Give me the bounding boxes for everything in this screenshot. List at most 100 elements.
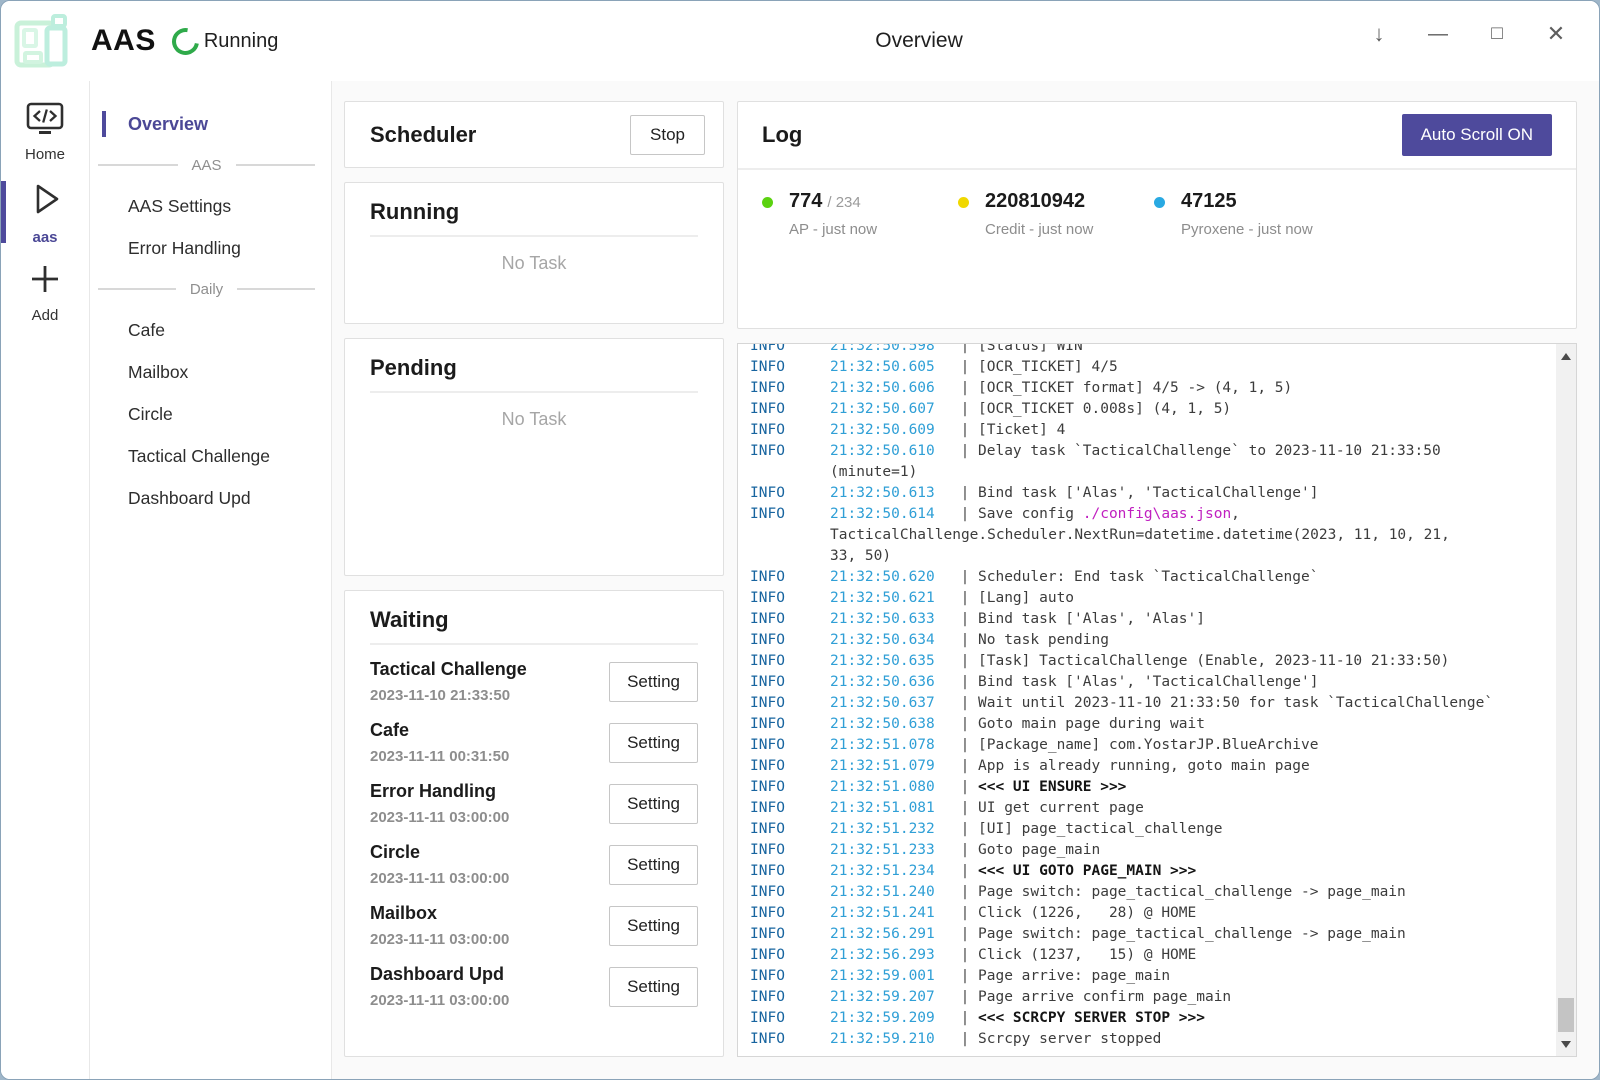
task-setting-button[interactable]: Setting: [609, 845, 698, 885]
sidebar-divider-daily: Daily: [98, 269, 315, 309]
task-next-run: 2023-11-10 21:33:50: [370, 687, 527, 704]
sidebar-menu: OverviewAASAAS SettingsError HandlingDai…: [90, 81, 332, 1079]
scheduler-title: Scheduler: [370, 122, 476, 148]
log-scrollbar[interactable]: [1556, 344, 1576, 1056]
maximize-icon[interactable]: □: [1484, 23, 1510, 45]
resource-stats: 774 / 234 AP - just now: [738, 170, 1576, 258]
waiting-task-row: Dashboard Upd 2023-11-11 03:00:00 Settin…: [370, 956, 698, 1017]
log-line: INFO21:32:51.080|<<< UI ENSURE >>>: [750, 777, 1544, 798]
close-icon[interactable]: ✕: [1543, 21, 1569, 47]
log-lines: INFO21:32:50.598|[Status] WIN INFO21:32:5…: [750, 343, 1544, 1050]
log-line: INFO21:32:51.233|Goto page_main: [750, 840, 1544, 861]
sidebar-item-circle[interactable]: Circle: [90, 393, 331, 435]
log-line: INFO21:32:50.637|Wait until 2023-11-10 2…: [750, 693, 1544, 714]
log-line: INFO21:32:50.607|[OCR_TICKET 0.008s] (4,…: [750, 399, 1544, 420]
running-empty-text: No Task: [345, 237, 723, 274]
waiting-task-row: Mailbox 2023-11-11 03:00:00 Setting: [370, 895, 698, 956]
stat-suffix: / 234: [827, 194, 860, 211]
scheduler-stop-button[interactable]: Stop: [630, 115, 705, 155]
log-line: INFO21:32:50.636|Bind task ['Alas', 'Tac…: [750, 672, 1544, 693]
pending-title: Pending: [370, 355, 457, 380]
waiting-task-row: Tactical Challenge 2023-11-10 21:33:50 S…: [370, 651, 698, 712]
log-line: INFO21:32:50.633|Bind task ['Alas', 'Ala…: [750, 609, 1544, 630]
log-line-wrap: 33, 50): [750, 546, 1544, 567]
log-line: INFO21:32:59.209|<<< SCRCPY SERVER STOP …: [750, 1008, 1544, 1029]
sidebar-item-cafe[interactable]: Cafe: [90, 309, 331, 351]
stat-label: Credit - just now: [985, 221, 1093, 238]
auto-scroll-button[interactable]: Auto Scroll ON: [1402, 114, 1552, 156]
scroll-up-icon[interactable]: [1556, 347, 1576, 365]
log-line: INFO21:32:51.079|App is already running,…: [750, 756, 1544, 777]
window-controls: ↓ — □ ✕: [1366, 1, 1569, 67]
pending-card: Pending No Task: [344, 338, 724, 576]
sidebar-item-tactical-challenge[interactable]: Tactical Challenge: [90, 435, 331, 477]
scheduler-card: Scheduler Stop: [344, 101, 724, 168]
log-line-wrap: TacticalChallenge.Scheduler.NextRun=date…: [750, 525, 1544, 546]
log-header-card: Log Auto Scroll ON 774 / 234: [737, 101, 1577, 329]
task-setting-button[interactable]: Setting: [609, 784, 698, 824]
sidebar-item-aas-settings[interactable]: AAS Settings: [90, 185, 331, 227]
rail-item-label: aas: [32, 229, 57, 246]
log-line: INFO21:32:50.610|Delay task `TacticalCha…: [750, 441, 1544, 462]
rail-item-home[interactable]: Home: [1, 99, 89, 165]
log-line: INFO21:32:51.240|Page switch: page_tacti…: [750, 882, 1544, 903]
log-line: INFO21:32:59.001|Page arrive: page_main: [750, 966, 1544, 987]
stat-value: 220810942: [985, 190, 1085, 213]
download-icon[interactable]: ↓: [1366, 21, 1392, 47]
log-line: INFO21:32:50.598|[Status] WIN: [750, 343, 1544, 357]
task-setting-button[interactable]: Setting: [609, 662, 698, 702]
running-title: Running: [370, 199, 459, 224]
task-name: Tactical Challenge: [370, 659, 527, 680]
sidebar-item-dashboard-upd[interactable]: Dashboard Upd: [90, 477, 331, 519]
rail-item-aas[interactable]: aas: [1, 179, 89, 245]
task-setting-button[interactable]: Setting: [609, 723, 698, 763]
play-icon: [25, 179, 65, 224]
app-name: AAS: [91, 24, 156, 58]
sidebar-item-error-handling[interactable]: Error Handling: [90, 227, 331, 269]
log-line: INFO21:32:50.638|Goto main page during w…: [750, 714, 1544, 735]
main-area: Home aas Add OverviewAASAAS: [1, 81, 1599, 1079]
task-setting-button[interactable]: Setting: [609, 967, 698, 1007]
log-line: INFO21:32:50.606|[OCR_TICKET format] 4/5…: [750, 378, 1544, 399]
log-line: INFO21:32:56.291|Page switch: page_tacti…: [750, 924, 1544, 945]
task-next-run: 2023-11-11 00:31:50: [370, 748, 509, 765]
page-title: Overview: [875, 29, 963, 53]
log-line: INFO21:32:50.614|Save config ./config\aa…: [750, 504, 1544, 525]
task-next-run: 2023-11-11 03:00:00: [370, 931, 509, 948]
log-viewport[interactable]: INFO21:32:50.598|[Status] WIN INFO21:32:5…: [737, 343, 1577, 1057]
minimize-icon[interactable]: —: [1425, 23, 1451, 46]
log-title: Log: [762, 122, 802, 148]
waiting-task-list: Tactical Challenge 2023-11-10 21:33:50 S…: [345, 645, 723, 1056]
log-line: INFO21:32:59.207|Page arrive confirm pag…: [750, 987, 1544, 1008]
log-line: INFO21:32:51.078|[Package_name] com.Yost…: [750, 735, 1544, 756]
sidebar-item-mailbox[interactable]: Mailbox: [90, 351, 331, 393]
content: Scheduler Stop Running No Task Pending N…: [332, 81, 1599, 1079]
log-line: INFO21:32:50.613|Bind task ['Alas', 'Tac…: [750, 483, 1544, 504]
plus-icon: [27, 261, 63, 302]
scheduler-status: Running: [172, 28, 279, 55]
log-line: INFO21:32:51.232|[UI] page_tactical_chal…: [750, 819, 1544, 840]
app-window: AAS Running Overview ↓ — □ ✕: [0, 0, 1600, 1080]
stat-value: 47125: [1181, 190, 1237, 213]
rail-item-label: Add: [32, 307, 59, 324]
scroll-down-icon[interactable]: [1556, 1035, 1576, 1053]
rail-item-add[interactable]: Add: [1, 259, 89, 325]
task-column: Scheduler Stop Running No Task Pending N…: [344, 101, 724, 1057]
task-name: Error Handling: [370, 781, 509, 802]
resource-stat: 220810942 Credit - just now: [958, 190, 1154, 238]
log-line: INFO21:32:56.293|Click (1237, 15) @ HOME: [750, 945, 1544, 966]
waiting-title: Waiting: [370, 607, 449, 632]
log-line: INFO21:32:50.634|No task pending: [750, 630, 1544, 651]
code-monitor-icon: [26, 102, 64, 141]
task-next-run: 2023-11-11 03:00:00: [370, 870, 509, 887]
task-setting-button[interactable]: Setting: [609, 906, 698, 946]
sidebar-item-overview[interactable]: Overview: [90, 103, 331, 145]
pending-empty-text: No Task: [345, 393, 723, 430]
app-logo-icon: [11, 12, 75, 77]
stat-label: Pyroxene - just now: [1181, 221, 1313, 238]
rail-item-label: Home: [25, 146, 65, 163]
log-line: INFO21:32:51.234|<<< UI GOTO PAGE_MAIN >…: [750, 861, 1544, 882]
resource-stat: 774 / 234 AP - just now: [762, 190, 958, 238]
log-line: INFO21:32:50.609|[Ticket] 4: [750, 420, 1544, 441]
scrollbar-thumb[interactable]: [1558, 998, 1574, 1032]
